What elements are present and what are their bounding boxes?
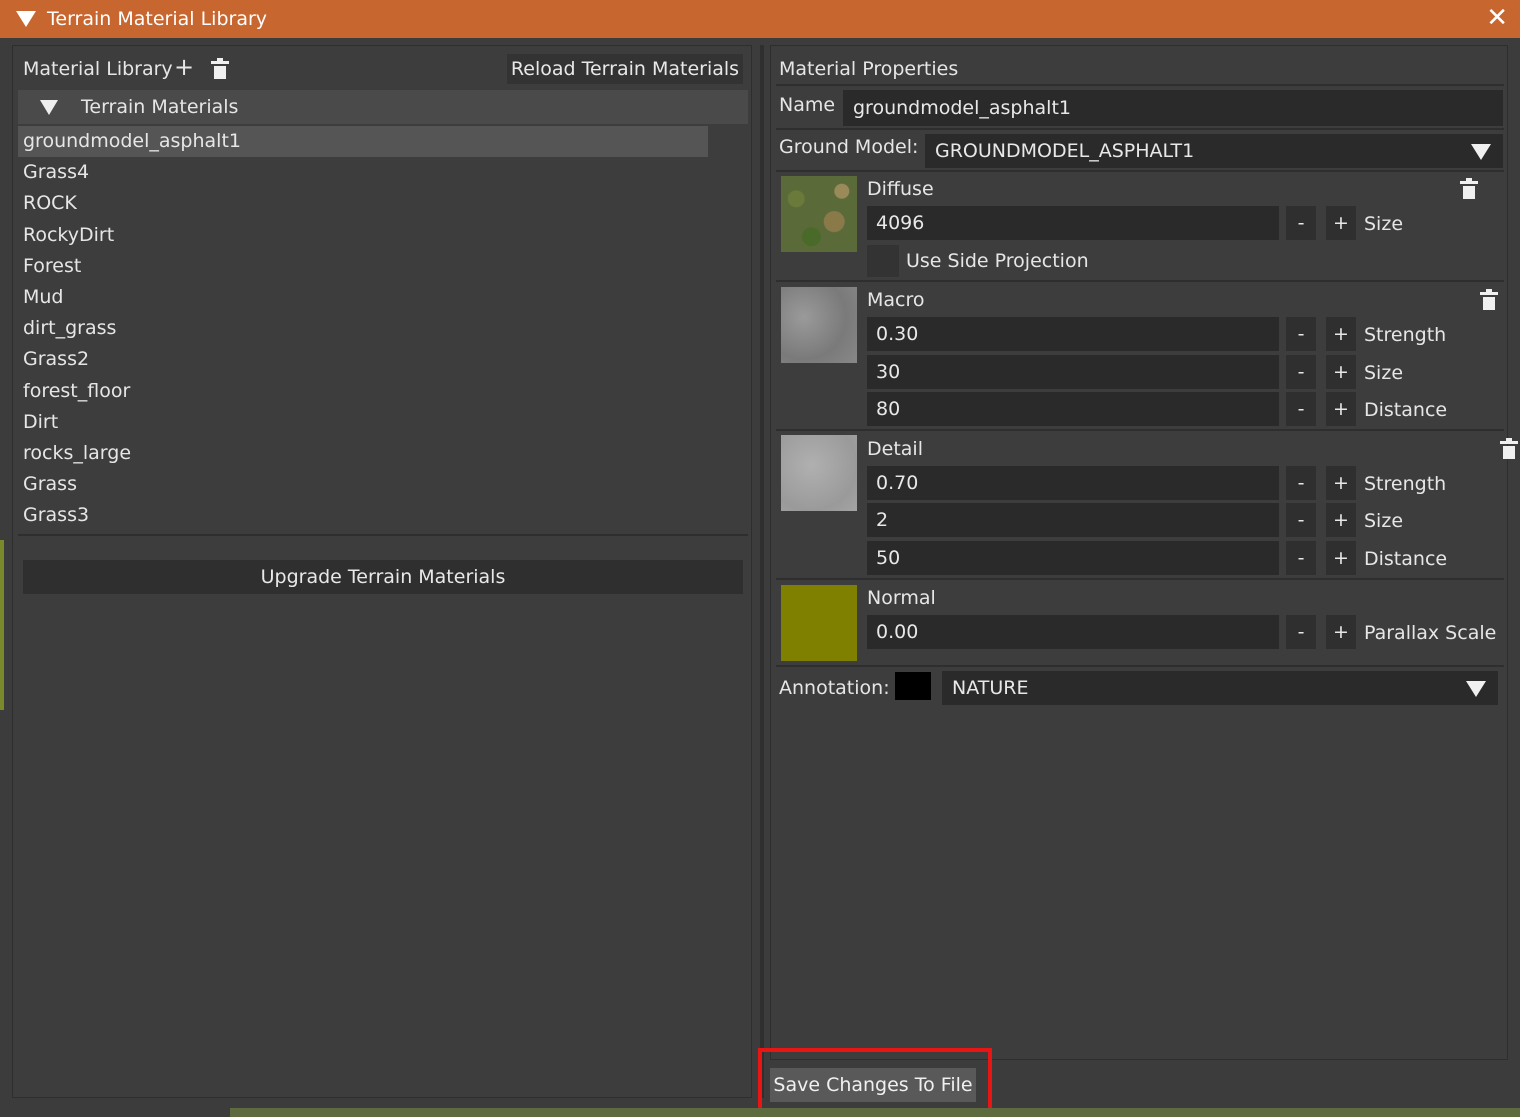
macro-distance-label: Distance (1364, 399, 1448, 421)
list-item[interactable]: forest_floor (18, 376, 708, 407)
terrain-material-library-window: Terrain Material Library ✕ Material Libr… (0, 0, 1520, 1117)
annotation-label: Annotation: (779, 677, 890, 699)
terrain-background-strip (230, 1108, 1520, 1117)
parallax-scale-input[interactable]: 0.00 (867, 615, 1279, 649)
window-title: Terrain Material Library (47, 8, 268, 30)
list-item[interactable]: Grass (18, 469, 708, 500)
terrain-background-edge (0, 540, 4, 710)
detail-strength-label: Strength (1364, 473, 1447, 495)
macro-texture-thumbnail[interactable] (781, 287, 857, 363)
divider (776, 84, 1504, 86)
diffuse-label: Diffuse (867, 178, 934, 200)
macro-size-label: Size (1364, 362, 1404, 384)
annotation-color-swatch[interactable] (895, 672, 931, 700)
tree-expand-triangle-icon[interactable] (40, 99, 58, 115)
divider (776, 429, 1504, 431)
macro-strength-increment-button[interactable]: + (1326, 317, 1356, 351)
normal-label: Normal (867, 587, 936, 609)
annotation-select[interactable]: NATURE (942, 671, 1498, 705)
divider (776, 578, 1504, 580)
ground-model-value: GROUNDMODEL_ASPHALT1 (935, 140, 1195, 162)
macro-distance-decrement-button[interactable]: - (1286, 392, 1316, 426)
diffuse-size-decrement-button[interactable]: - (1286, 206, 1316, 240)
delete-material-icon[interactable] (211, 58, 229, 79)
dropdown-arrow-icon[interactable] (1466, 681, 1486, 697)
macro-size-increment-button[interactable]: + (1326, 355, 1356, 389)
material-properties-panel: Material Properties Name Ground Model: G… (770, 45, 1519, 1060)
detail-size-input[interactable]: 2 (867, 503, 1279, 537)
divider (776, 128, 1504, 130)
detail-distance-label: Distance (1364, 548, 1448, 570)
diffuse-texture-thumbnail[interactable] (781, 176, 857, 252)
list-item[interactable]: RockyDirt (18, 220, 708, 251)
dropdown-arrow-icon[interactable] (1471, 144, 1491, 160)
delete-diffuse-icon[interactable] (1460, 178, 1478, 199)
macro-distance-input[interactable]: 80 (867, 392, 1279, 426)
parallax-scale-increment-button[interactable]: + (1326, 615, 1356, 649)
detail-distance-increment-button[interactable]: + (1326, 541, 1356, 575)
save-button-highlight (758, 1048, 992, 1114)
detail-size-increment-button[interactable]: + (1326, 503, 1356, 537)
list-item[interactable]: Grass2 (18, 344, 708, 375)
delete-detail-icon[interactable] (1500, 438, 1519, 459)
list-item[interactable]: rocks_large (18, 438, 708, 469)
material-library-panel: Material Library + Reload Terrain Materi… (12, 45, 752, 1098)
detail-distance-decrement-button[interactable]: - (1286, 541, 1316, 575)
diffuse-size-increment-button[interactable]: + (1326, 206, 1356, 240)
list-item[interactable]: groundmodel_asphalt1 (18, 126, 708, 158)
macro-strength-decrement-button[interactable]: - (1286, 317, 1316, 351)
upgrade-terrain-materials-button[interactable]: Upgrade Terrain Materials (23, 560, 743, 594)
add-material-icon[interactable]: + (173, 54, 195, 80)
diffuse-size-input[interactable]: 4096 (867, 206, 1279, 240)
list-item[interactable]: Grass3 (18, 500, 708, 531)
macro-strength-label: Strength (1364, 324, 1447, 346)
detail-label: Detail (867, 438, 923, 460)
use-side-projection-label: Use Side Projection (906, 250, 1089, 272)
reload-terrain-materials-button[interactable]: Reload Terrain Materials (507, 54, 743, 84)
macro-distance-increment-button[interactable]: + (1326, 392, 1356, 426)
title-bar[interactable]: Terrain Material Library ✕ (0, 0, 1520, 38)
macro-size-input[interactable]: 30 (867, 355, 1279, 389)
detail-size-label: Size (1364, 510, 1404, 532)
ground-model-select[interactable]: GROUNDMODEL_ASPHALT1 (925, 134, 1503, 168)
divider (776, 280, 1504, 282)
detail-distance-input[interactable]: 50 (867, 541, 1279, 575)
list-item[interactable]: Dirt (18, 407, 708, 438)
close-icon[interactable]: ✕ (1486, 4, 1508, 32)
collapse-triangle-icon[interactable] (16, 11, 36, 27)
macro-label: Macro (867, 289, 925, 311)
list-item[interactable]: Forest (18, 251, 708, 282)
normal-texture-thumbnail[interactable] (781, 585, 857, 661)
material-name-input[interactable] (843, 90, 1503, 126)
detail-texture-thumbnail[interactable] (781, 435, 857, 511)
detail-strength-increment-button[interactable]: + (1326, 466, 1356, 500)
panel-splitter[interactable] (760, 45, 764, 1098)
detail-size-decrement-button[interactable]: - (1286, 503, 1316, 537)
macro-strength-input[interactable]: 0.30 (867, 317, 1279, 351)
list-item[interactable]: Grass4 (18, 157, 708, 188)
detail-strength-decrement-button[interactable]: - (1286, 466, 1316, 500)
name-label: Name (779, 94, 836, 116)
divider (776, 170, 1504, 172)
delete-macro-icon[interactable] (1480, 289, 1499, 310)
material-list: groundmodel_asphalt1 Grass4 ROCK RockyDi… (18, 126, 748, 531)
parallax-scale-label: Parallax Scale (1364, 622, 1497, 644)
divider (18, 534, 748, 536)
divider (776, 665, 1504, 667)
detail-strength-input[interactable]: 0.70 (867, 466, 1279, 500)
use-side-projection-checkbox[interactable] (867, 245, 899, 277)
material-library-title: Material Library (23, 58, 173, 80)
list-item[interactable]: Mud (18, 282, 708, 313)
list-item[interactable]: ROCK (18, 188, 708, 219)
terrain-materials-tree-header[interactable]: Terrain Materials (18, 90, 748, 124)
diffuse-size-label: Size (1364, 213, 1404, 235)
parallax-scale-decrement-button[interactable]: - (1286, 615, 1316, 649)
list-item[interactable]: dirt_grass (18, 313, 708, 344)
material-properties-title: Material Properties (779, 58, 959, 80)
tree-header-label: Terrain Materials (81, 96, 239, 118)
ground-model-label: Ground Model: (779, 136, 919, 158)
annotation-value: NATURE (952, 677, 1029, 699)
macro-size-decrement-button[interactable]: - (1286, 355, 1316, 389)
